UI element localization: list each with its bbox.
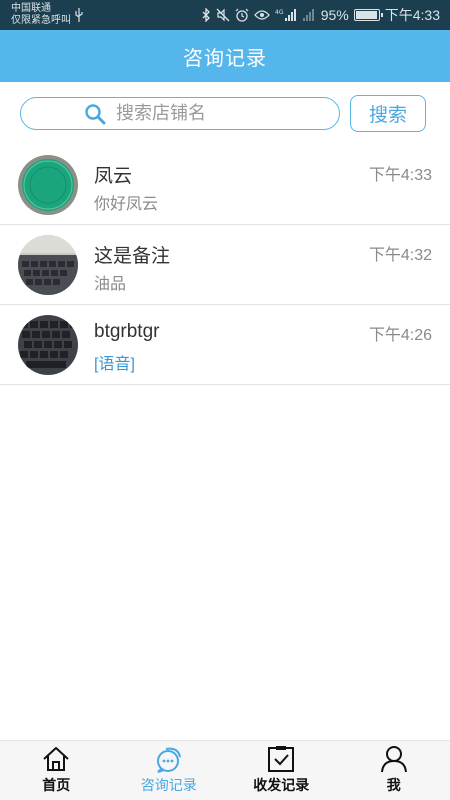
carrier-info: 中国联通 仅限紧急呼叫 <box>11 3 71 27</box>
clipboard-check-icon <box>268 746 295 772</box>
list-item[interactable]: 这是备注 油品 下午4:32 <box>0 225 450 305</box>
title-bar: 咨询记录 <box>0 30 450 82</box>
mute-icon <box>216 8 230 22</box>
bluetooth-icon <box>202 8 210 22</box>
search-button[interactable]: 搜索 <box>350 95 426 132</box>
contact-name: 这是备注 <box>94 246 171 267</box>
nav-label-home: 首页 <box>42 777 71 793</box>
carrier-name: 中国联通 <box>11 3 51 14</box>
nav-label-consult-records: 咨询记录 <box>140 777 197 793</box>
avatar <box>18 155 78 215</box>
bottom-nav: 首页 咨询记录 收发记录 我 <box>0 740 450 800</box>
status-bar: 中国联通 仅限紧急呼叫 4G 95% 下午4:33 <box>0 0 450 30</box>
page-title: 咨询记录 <box>183 47 267 70</box>
nav-label-send-receive-records: 收发记录 <box>253 777 310 793</box>
avatar <box>18 235 78 295</box>
nav-item-send-receive-records[interactable]: 收发记录 <box>225 741 338 800</box>
signal-4g-icon: 4G <box>275 9 296 21</box>
person-icon <box>380 746 407 773</box>
message-time: 下午4:26 <box>368 327 432 344</box>
status-icons: 4G 95% 下午4:33 <box>201 0 440 30</box>
nav-item-consult-records[interactable]: 咨询记录 <box>113 741 226 800</box>
battery-level <box>355 11 377 19</box>
message-preview: [语音] <box>94 356 135 373</box>
usb-icon <box>75 8 83 22</box>
battery-percent: 95% <box>320 7 349 23</box>
nav-label-me: 我 <box>386 777 401 793</box>
avatar <box>18 315 78 375</box>
message-preview: 油品 <box>94 276 127 293</box>
svg-text:4G: 4G <box>275 9 284 16</box>
signal-icon <box>302 9 314 21</box>
list-item[interactable]: 凤云 你好凤云 下午4:33 <box>0 145 450 225</box>
contact-name: 凤云 <box>94 166 133 187</box>
chat-icon <box>156 747 181 773</box>
message-time: 下午4:33 <box>368 167 432 184</box>
list-item[interactable]: btgrbtgr [语音] 下午4:26 <box>0 305 450 385</box>
status-time: 下午4:33 <box>384 7 440 23</box>
carrier-status: 仅限紧急呼叫 <box>11 15 71 26</box>
message-time: 下午4:32 <box>368 247 432 264</box>
search-box[interactable] <box>20 97 340 130</box>
contact-name: btgrbtgr <box>94 321 160 342</box>
eye-icon <box>253 10 270 20</box>
search-icon <box>85 103 106 124</box>
home-icon <box>43 747 69 771</box>
nav-item-me[interactable]: 我 <box>338 741 450 800</box>
conversation-list: 凤云 你好凤云 下午4:33 这是备注 油品 下午4:32 btgrbtgr [… <box>0 145 450 385</box>
message-preview: 你好凤云 <box>94 196 159 213</box>
search-input[interactable] <box>116 103 276 124</box>
alarm-icon <box>235 8 249 22</box>
battery-icon <box>353 9 383 21</box>
nav-item-home[interactable]: 首页 <box>0 741 113 800</box>
